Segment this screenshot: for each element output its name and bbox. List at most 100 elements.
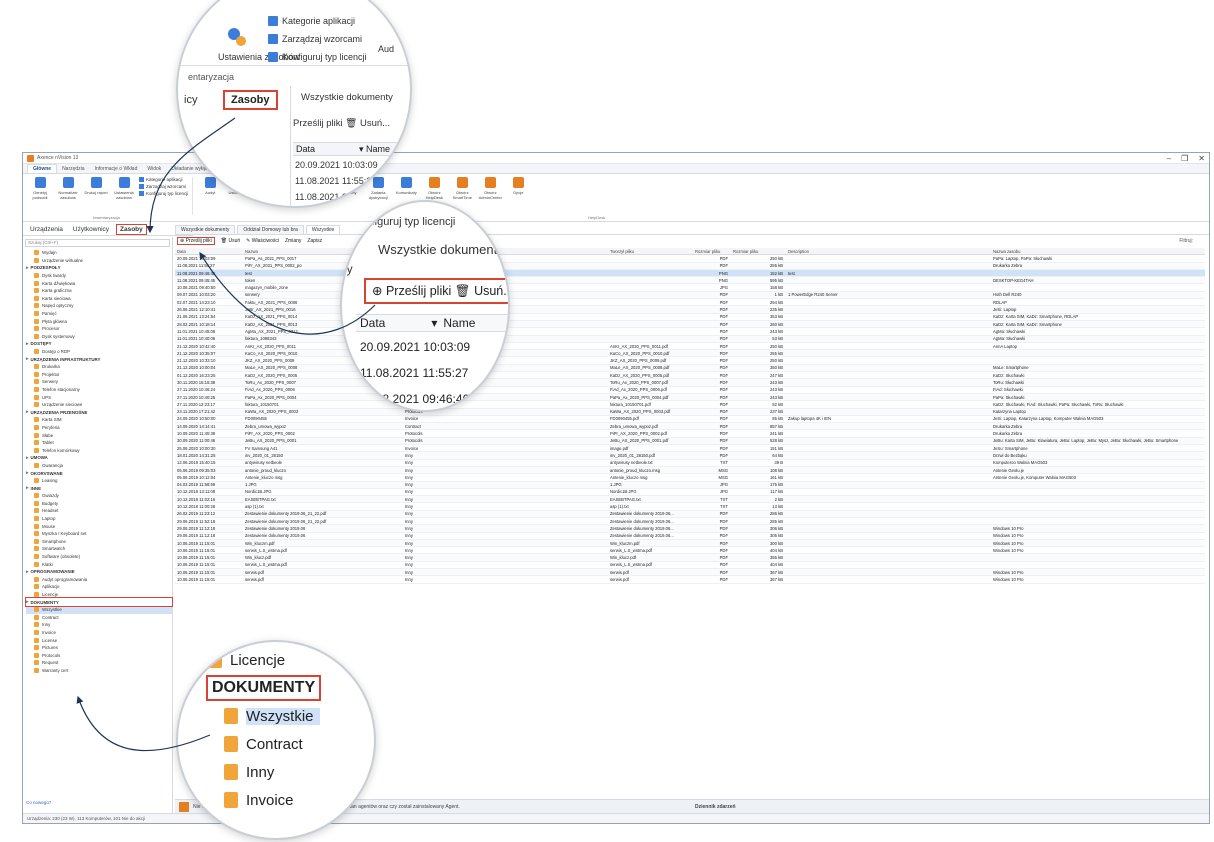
tree-item[interactable]: Dostęp o RDP <box>26 348 172 356</box>
tree-item[interactable]: Klatki <box>26 560 172 568</box>
tree-item[interactable]: Audyt oprogramowania <box>26 576 172 584</box>
ribbon-button[interactable]: Genetyj podsuidi <box>27 177 53 200</box>
tree-item-wszystkie-zoom[interactable]: Wszystkie <box>208 702 321 730</box>
row-date-zoom2[interactable]: 11.08.2021 11:55:27 <box>360 366 468 380</box>
ribbon-button[interactable]: Otwórz HelpDesk <box>421 177 447 200</box>
table-row[interactable]: 14.09.2020 14:14:41 Zebra_umowa_wypoz Cont… <box>175 423 1205 431</box>
properties-button[interactable]: ✎ Właściwości <box>246 238 279 244</box>
tree-category[interactable]: URZĄDZENIA PRZENOŚNE <box>26 408 172 416</box>
table-row[interactable]: 27.11.2020 12:23:17faktura_10150701Invoi… <box>175 401 1205 409</box>
table-row[interactable]: 29.06.2019 11:12:18 Zestawienie dokumenty… <box>175 525 1205 533</box>
tree-item[interactable]: Karta graficzna <box>26 287 172 295</box>
ribbon-small-item[interactable]: Zarządzaj wzorcami <box>139 184 188 189</box>
column-header[interactable]: Rozmiar pliku <box>693 249 731 254</box>
table-row[interactable]: 04.03.2019 11:58:59 1.JPG Inny 1.JPG JPG 175 … <box>175 481 1205 489</box>
table-row[interactable]: 01.12.2020 16:23:25 KaDz_AX_2020_PPS_0005… <box>175 372 1205 380</box>
tree-item[interactable]: Wydajn <box>26 249 172 257</box>
row-date-zoom[interactable]: 20.09.2021 10:03:09 <box>295 160 378 170</box>
table-row[interactable]: 26.06.2021 12:10:41 JeBr_AX_2021_PPS_0016… <box>175 306 1205 314</box>
table-row[interactable]: 27.11.2020 10:46:24 FiAd_Ax_2020_PPS_0006… <box>175 387 1205 394</box>
table-row[interactable]: 11.01.2021 10:45:06 AgMa_AX_2021_PPS_0012… <box>175 328 1205 336</box>
table-row[interactable]: 29.06.2019 11:52:18 Zestawienie dokumenty… <box>175 518 1205 526</box>
tree-item[interactable]: Tablet <box>26 439 172 447</box>
tree-category[interactable]: DOKUMENTY <box>25 597 173 607</box>
table-row[interactable]: 12.06.2019 15:40:15 antywirusy netbeole In… <box>175 460 1205 467</box>
table-row[interactable]: 09.07.2021 10:03:20 serwery PDF 1 kB 1 Power… <box>175 291 1205 300</box>
tree-item[interactable]: Request <box>26 659 172 667</box>
tree-item[interactable]: Pictures <box>26 644 172 652</box>
table-row[interactable]: 11.08.2021 09:45:45 token PNG 595 kB DESKTOP… <box>175 277 1205 285</box>
tab-urzadzenia[interactable]: Urządzenia <box>27 225 66 234</box>
tree-category[interactable]: OKORVSWANE <box>26 469 172 477</box>
row-date-zoom2[interactable]: 11.08.2021 09:46:46 <box>360 392 469 406</box>
table-row[interactable]: 21.06.2021 13:24:54 KaDz_AX_2021_PPS_0014… <box>175 314 1205 321</box>
tree-item[interactable]: Gwarancja <box>26 462 172 470</box>
tree-item[interactable]: Projektor <box>26 371 172 379</box>
tree-item[interactable]: Aplikacje <box>26 583 172 591</box>
table-row[interactable]: 25.06.2020 10:00:30 FV Samsung A41 Invoice… <box>175 445 1205 453</box>
tree-item[interactable]: Procesor <box>26 325 172 333</box>
tree-item[interactable]: Słabe <box>26 431 172 439</box>
tree-item[interactable]: Telefon stacjonarny <box>26 386 172 394</box>
tree-item[interactable]: Headset <box>26 507 172 515</box>
menu-app-categories[interactable]: Kategorie aplikacji <box>268 16 355 26</box>
tree-item[interactable]: Karta sieciowa <box>26 295 172 303</box>
table-row[interactable]: 21.12.2020 10:35:07 KaCo_AX_2020_PPS_0010… <box>175 350 1205 358</box>
doc-tab-zoom2[interactable]: Wszystkie dokumenty <box>378 242 504 257</box>
tree-category[interactable]: UMOWA <box>26 454 172 462</box>
row-date-zoom[interactable]: 11.08.2021 11:55:27 <box>295 176 376 186</box>
table-row[interactable]: 30.11.2020 15:15:38 ToRu_Ax_2020_PPS_0007… <box>175 379 1205 387</box>
table-row[interactable]: 10.12.2018 13:11:08 Nordic1B.JPG Inny Nordi… <box>175 489 1205 497</box>
ribbon-button[interactable]: Otwórz SmartTime <box>449 177 475 200</box>
tree-item[interactable]: Serwery <box>26 378 172 386</box>
tree-item[interactable]: Mouse <box>26 522 172 530</box>
save-button[interactable]: Zapisz <box>307 238 322 244</box>
whats-new-link[interactable]: Co nowego? <box>26 800 51 805</box>
tree-item[interactable]: Smartphone <box>26 538 172 546</box>
table-row[interactable]: 11.08.2021 11:55:27 PiFr_AX_2021_PPS_0002… <box>175 262 1205 270</box>
ribbon-button[interactable]: Ustawienia zasobów <box>111 177 137 200</box>
tree-category[interactable]: URZĄDZENIA INFRASTRUKTURY <box>26 355 172 363</box>
table-row[interactable]: 21.12.2020 10:00:04 MaLe_AX_2020_PPS_0008… <box>175 364 1205 373</box>
tree-item[interactable]: Napęd optyczny <box>26 302 172 310</box>
menu-tab-widok[interactable]: Widok <box>142 165 166 173</box>
menu-tab-glowne[interactable]: Główne <box>27 164 58 173</box>
tree-item[interactable]: UPS <box>26 393 172 401</box>
table-row[interactable]: 02.07.2021 14:23:10 Faktu_AX_2021_PPS_000… <box>175 299 1205 307</box>
menu-manage-patterns[interactable]: Zarządzaj wzorcami <box>268 34 362 44</box>
column-header[interactable]: Description <box>786 249 991 254</box>
ribbon-button[interactable]: Normalizer zasobów <box>55 177 81 200</box>
tree-item[interactable]: Laptop <box>26 515 172 523</box>
ribbon-small-item[interactable]: Kategorie aplikacji <box>139 177 188 182</box>
tree-item[interactable]: Pamięć <box>26 310 172 318</box>
tree-item[interactable]: Karta dźwiękowa <box>26 279 172 287</box>
table-row[interactable]: 05.06.2019 10:12:04 Antenie_kluczo msg Inn… <box>175 474 1205 482</box>
tree-item[interactable]: Dysk twardy <box>26 272 172 280</box>
tree-category[interactable]: PODZESPOŁY <box>26 264 172 272</box>
table-row[interactable]: 11.08.2021 09:46:46 test PNG 152 kB test <box>175 269 1205 278</box>
maximize-button[interactable]: ❐ <box>1181 154 1188 163</box>
tree-item[interactable]: Peryferia <box>26 424 172 432</box>
tree-item[interactable]: Telefon komórkowy <box>26 446 172 454</box>
table-row[interactable]: 26.02.2019 11:23:12 Zestawienie dokumenty… <box>175 510 1205 518</box>
event-log-tab[interactable]: Dziennik zdarzeń <box>695 804 736 810</box>
table-row[interactable]: 18.01.2020 14:31:25 inv_2020_01_28150 Inny… <box>175 452 1205 460</box>
table-row[interactable]: 30.09.2020 11:00:46 JeBu_AX_2020_PPS_0001… <box>175 437 1205 446</box>
tree-item-contract-zoom[interactable]: Contract <box>208 730 321 758</box>
column-header[interactable]: Nazwa zasobu <box>991 249 1191 254</box>
tab-zasoby[interactable]: Zasoby <box>116 224 147 235</box>
tree-item-invoice-zoom[interactable]: Invoice <box>208 786 321 814</box>
tree-category[interactable]: INNE <box>26 484 172 492</box>
table-row[interactable]: 21.12.2020 10:33:10JKZ_AX_2020_PPS_0009P… <box>175 357 1205 365</box>
table-row[interactable]: 10.06.2019 11:15:01 serwis_L.S_wstma.pdf I… <box>175 562 1205 570</box>
tree-item[interactable]: Karta SIM <box>26 416 172 424</box>
tree-item[interactable]: Drukarka <box>26 363 172 371</box>
tree-category[interactable]: DOSTĘPY <box>26 340 172 348</box>
close-button[interactable]: ✕ <box>1198 154 1205 163</box>
menu-license-type[interactable]: Konfiguruj typ licencji <box>268 52 367 62</box>
tree-item[interactable]: Budgety <box>26 500 172 508</box>
table-row[interactable]: 10.12.2018 11:00:26 asp (1).txt Inny asp (1… <box>175 503 1205 511</box>
minimize-button[interactable]: – <box>1167 154 1171 163</box>
table-row[interactable]: 29.06.2019 11:12:18 Zestawienie dokumenty… <box>175 533 1205 540</box>
table-row[interactable]: 27.11.2020 10:40:25 PaPa_Ax_2020_PPS_0004… <box>175 393 1205 402</box>
